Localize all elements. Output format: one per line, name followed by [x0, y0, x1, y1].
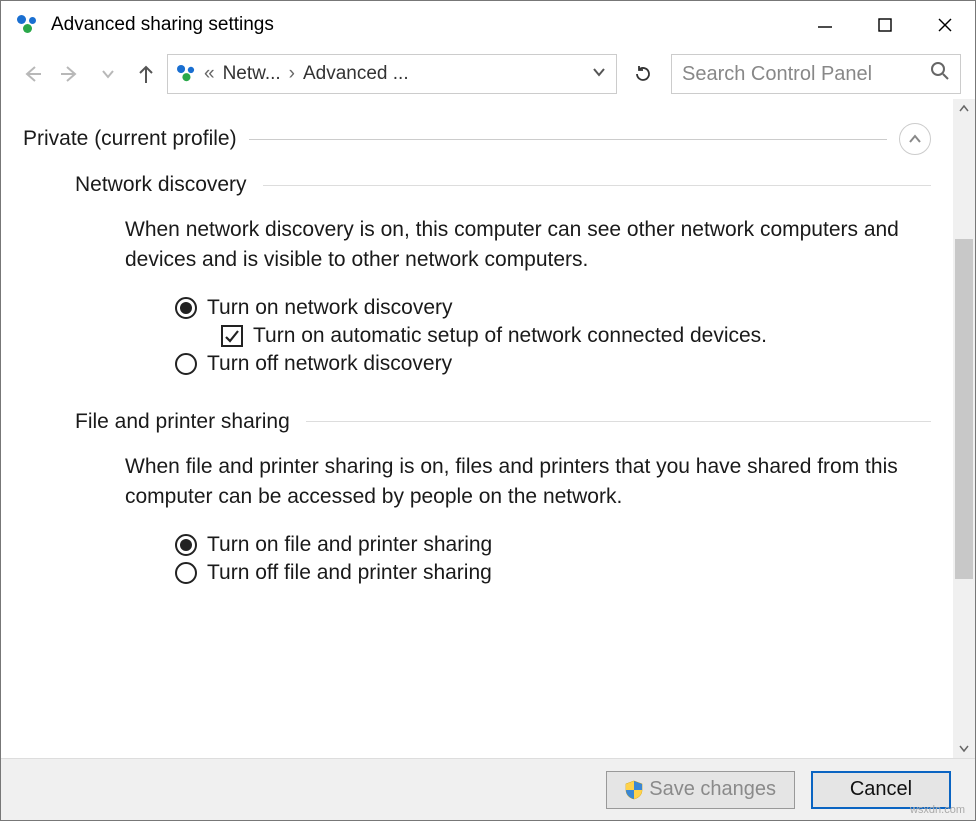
chevron-right-icon: ›	[287, 63, 297, 85]
network-discovery-section: Network discovery When network discovery…	[75, 173, 931, 376]
save-button-label: Save changes	[649, 778, 776, 801]
navigation-bar: « Netw... › Advanced ... Search Control …	[1, 49, 975, 99]
vertical-scrollbar[interactable]	[953, 99, 975, 758]
refresh-button[interactable]	[625, 54, 661, 94]
footer: Save changes Cancel	[1, 758, 975, 820]
minimize-button[interactable]	[795, 1, 855, 49]
uac-shield-icon	[625, 780, 643, 800]
search-icon	[930, 61, 950, 87]
settings-panel: Private (current profile) Network discov…	[1, 99, 953, 758]
maximize-button[interactable]	[855, 1, 915, 49]
file-printer-sharing-heading: File and printer sharing	[75, 410, 290, 434]
network-discovery-heading: Network discovery	[75, 173, 247, 197]
file-printer-sharing-section: File and printer sharing When file and p…	[75, 410, 931, 585]
chevron-left-icon: «	[202, 63, 217, 85]
file-printer-sharing-options: Turn on file and printer sharing Turn of…	[175, 533, 931, 585]
option-label: Turn on network discovery	[207, 296, 453, 320]
search-input[interactable]: Search Control Panel	[671, 54, 961, 94]
profile-label: Private (current profile)	[23, 127, 237, 151]
titlebar: Advanced sharing settings	[1, 1, 975, 49]
save-changes-button[interactable]: Save changes	[606, 771, 795, 809]
scrollbar-thumb[interactable]	[955, 239, 973, 579]
scroll-up-arrow[interactable]	[953, 99, 975, 119]
search-placeholder: Search Control Panel	[682, 63, 872, 86]
profile-header: Private (current profile)	[23, 123, 931, 155]
window: Advanced sharing settings	[0, 0, 976, 821]
radio-icon	[175, 562, 197, 584]
chevron-down-icon[interactable]	[590, 63, 608, 85]
option-turn-on-file-printer-sharing[interactable]: Turn on file and printer sharing	[175, 533, 931, 557]
option-label: Turn off network discovery	[207, 352, 452, 376]
cancel-button[interactable]: Cancel	[811, 771, 951, 809]
radio-icon	[175, 297, 197, 319]
option-turn-off-network-discovery[interactable]: Turn off network discovery	[175, 352, 931, 376]
cancel-button-label: Cancel	[850, 778, 912, 801]
recent-locations-dropdown[interactable]	[91, 57, 125, 91]
divider	[306, 421, 931, 422]
collapse-button[interactable]	[899, 123, 931, 155]
option-automatic-setup[interactable]: Turn on automatic setup of network conne…	[221, 324, 931, 348]
option-label: Turn off file and printer sharing	[207, 561, 492, 585]
radio-icon	[175, 353, 197, 375]
network-discovery-description: When network discovery is on, this compu…	[125, 215, 911, 276]
option-label: Turn on file and printer sharing	[207, 533, 492, 557]
watermark: wsxdn.com	[910, 804, 965, 816]
window-buttons	[795, 1, 975, 49]
option-label: Turn on automatic setup of network conne…	[253, 324, 767, 348]
address-bar[interactable]: « Netw... › Advanced ...	[167, 54, 617, 94]
divider	[249, 139, 887, 140]
up-button[interactable]	[129, 57, 163, 91]
back-button[interactable]	[15, 57, 49, 91]
scrollbar-track[interactable]	[953, 119, 975, 738]
content-area: Private (current profile) Network discov…	[1, 99, 975, 758]
network-discovery-header: Network discovery	[75, 173, 931, 197]
option-turn-on-network-discovery[interactable]: Turn on network discovery	[175, 296, 931, 320]
option-turn-off-file-printer-sharing[interactable]: Turn off file and printer sharing	[175, 561, 931, 585]
checkbox-icon	[221, 325, 243, 347]
forward-button[interactable]	[53, 57, 87, 91]
network-sharing-icon	[177, 65, 195, 83]
window-title: Advanced sharing settings	[51, 14, 274, 36]
network-discovery-options: Turn on network discovery Turn on automa…	[175, 296, 931, 376]
file-printer-sharing-description: When file and printer sharing is on, fil…	[125, 452, 911, 513]
radio-icon	[175, 534, 197, 556]
file-printer-sharing-header: File and printer sharing	[75, 410, 931, 434]
scroll-down-arrow[interactable]	[953, 738, 975, 758]
breadcrumb-item[interactable]: Advanced ...	[303, 63, 409, 85]
breadcrumb-item[interactable]: Netw...	[223, 63, 281, 85]
network-sharing-icon	[17, 15, 37, 35]
close-button[interactable]	[915, 1, 975, 49]
divider	[263, 185, 931, 186]
